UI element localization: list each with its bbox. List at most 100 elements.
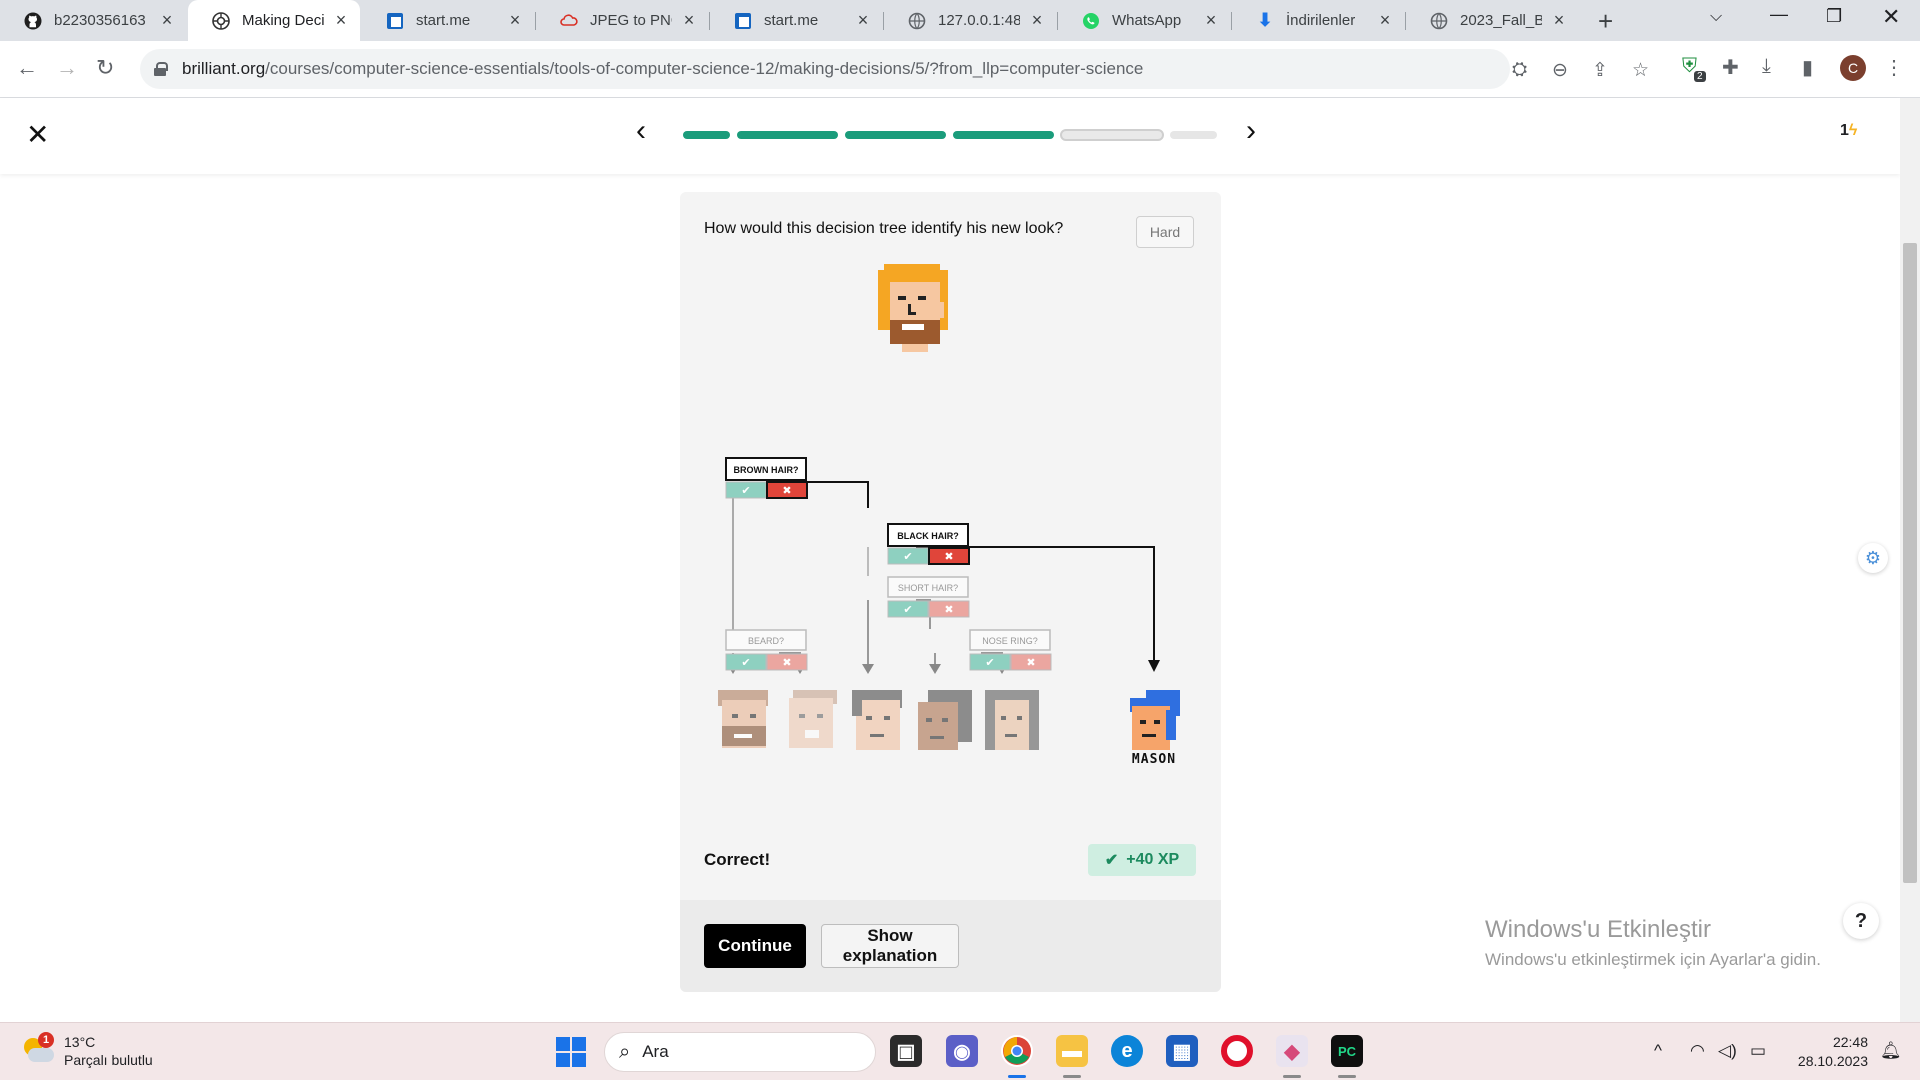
wifi-icon[interactable]: ◠ [1690,1041,1705,1061]
restore-icon[interactable]: ❐ [1826,6,1842,27]
progress-segment-complete[interactable] [737,131,838,139]
progress-segment-current[interactable] [1060,129,1164,141]
notification-bell-icon[interactable]: 🔔︎ [1880,1041,1902,1061]
pycharm-running-indicator [1338,1075,1356,1078]
show-explanation-button[interactable]: Show explanation [821,924,959,968]
close-icon[interactable]: × [1202,10,1220,31]
tree-node-brown-hair: BROWN HAIR? ✔ ✖ [725,457,808,499]
zoom-icon[interactable]: ⊖ [1552,59,1568,82]
progress-segment-complete[interactable] [683,131,730,139]
tab-title: İndirilenler [1286,12,1356,29]
tab-startme[interactable]: start.me × [362,0,534,41]
forward-arrow-icon[interactable]: → [56,55,78,81]
node-label: NOSE RING? [982,636,1038,646]
weather-temp: 13°C [64,1034,96,1050]
reload-icon[interactable]: ↻ [96,55,114,81]
tab-search-chevron-icon[interactable]: ⌵ [1710,8,1722,26]
task-view-icon[interactable]: ▣ [890,1035,922,1067]
side-assistant-icon[interactable]: ⚙ [1858,543,1888,573]
battery-icon[interactable]: ▭ [1750,1041,1766,1061]
tree-node-beard: BEARD? ✔ ✖ [725,629,808,671]
activation-watermark-title: Windows'u Etkinleştir [1485,916,1711,943]
globe-icon [1430,12,1448,30]
extension-badge: 2 [1694,71,1706,82]
new-tab-plus-icon[interactable]: + [1598,6,1613,37]
tab-jpeg-to-png[interactable]: JPEG to PNG × [536,0,708,41]
next-chevron-icon[interactable]: › [1246,114,1256,148]
pycharm-icon[interactable]: PC [1331,1035,1363,1067]
question-text: How would this decision tree identify hi… [704,220,1064,237]
close-icon[interactable]: × [1028,10,1046,31]
clock-time: 22:48 [1832,1034,1868,1050]
bookmark-star-icon[interactable]: ☆ [1632,59,1649,82]
xp-amount: +40 XP [1126,851,1180,868]
close-icon[interactable]: × [680,10,698,31]
help-button[interactable]: ? [1843,903,1879,939]
close-icon[interactable]: × [854,10,872,31]
system-clock[interactable]: 22:48 28.10.2023 [1790,1033,1868,1071]
lesson-header: ✕ ‹ › 1ϟ [0,98,1900,174]
leaf-face-bearded [718,690,768,748]
extensions-puzzle-icon[interactable]: ✚ [1722,55,1739,80]
download-icon: ⬇ [1257,10,1273,30]
windows-start-icon[interactable] [556,1037,586,1067]
file-explorer-icon[interactable]: ▬ [1056,1035,1088,1067]
volume-icon[interactable]: ◁) [1718,1041,1737,1061]
progress-segment-complete[interactable] [953,131,1054,139]
tab-title: b2230356163 [54,12,146,29]
explorer-running-indicator [1063,1075,1081,1078]
side-panel-icon[interactable]: ▮ [1802,55,1813,80]
search-placeholder: Ara [642,1042,669,1061]
back-arrow-icon[interactable]: ← [16,55,38,81]
startme-icon [734,12,752,30]
address-bar[interactable]: brilliant.org/courses/computer-science-e… [140,49,1649,89]
tab-fall-bbm[interactable]: 2023_Fall_BB × [1406,0,1578,41]
share-icon[interactable]: ⇪ [1592,59,1608,82]
opera-icon[interactable] [1221,1035,1253,1067]
brilliant-icon [212,11,230,30]
url-path: /courses/computer-science-essentials/too… [265,59,1144,78]
store-icon[interactable]: ▦ [1166,1035,1198,1067]
question-card: How would this decision tree identify hi… [680,192,1221,992]
close-icon[interactable]: × [158,10,176,31]
progress-segment-complete[interactable] [845,131,946,139]
checkmark-icon: ✔ [903,603,912,616]
progress-segment-remaining[interactable] [1170,131,1217,139]
teams-chat-icon[interactable]: ◉ [946,1035,978,1067]
continue-button[interactable]: Continue [704,924,806,968]
menu-kebab-icon[interactable]: ⋮ [1884,55,1904,80]
taskbar-search[interactable]: ⌕ Ara [604,1032,876,1072]
tray-chevron-up-icon[interactable]: ^ [1654,1041,1662,1061]
tab-downloads[interactable]: ⬇ İndirilenler × [1232,0,1404,41]
minimize-icon[interactable]: — [1770,4,1788,25]
downloads-icon[interactable]: ⤓ [1762,55,1771,78]
close-icon[interactable]: × [1550,10,1568,31]
close-icon[interactable]: × [1376,10,1394,31]
previous-chevron-icon[interactable]: ‹ [636,114,646,148]
target-face-illustration [878,264,948,352]
chrome-icon[interactable] [1001,1035,1033,1067]
search-icon: ⌕ [619,1040,631,1063]
lock-icon [154,62,168,76]
app-diamond-icon[interactable]: ◆ [1276,1035,1308,1067]
window-close-icon[interactable]: ✕ [1882,4,1900,30]
checkmark-icon: ✔ [903,550,912,563]
tab-startme-2[interactable]: start.me × [710,0,882,41]
tab-localhost[interactable]: 127.0.0.1:489 × [884,0,1056,41]
node-label: BROWN HAIR? [734,465,799,475]
close-icon[interactable]: × [506,10,524,31]
node-label: BLACK HAIR? [897,531,959,541]
edge-icon[interactable]: e [1111,1035,1143,1067]
translate-icon[interactable]: ⛭ [1512,59,1527,81]
tab-making-decisions[interactable]: Making Decis × [188,0,360,41]
profile-avatar[interactable]: C [1840,55,1866,81]
tab-whatsapp[interactable]: WhatsApp × [1058,0,1230,41]
clock-date: 28.10.2023 [1797,1053,1868,1069]
app-running-indicator [1283,1075,1301,1078]
close-lesson-icon[interactable]: ✕ [26,118,49,151]
tab-github[interactable]: b2230356163 × [0,0,186,41]
chrome-active-indicator [1008,1075,1026,1078]
close-icon[interactable]: × [332,10,350,31]
scrollbar-thumb[interactable] [1903,243,1917,883]
weather-widget[interactable]: 1 13°C Parçalı bulutlu [22,1032,153,1069]
